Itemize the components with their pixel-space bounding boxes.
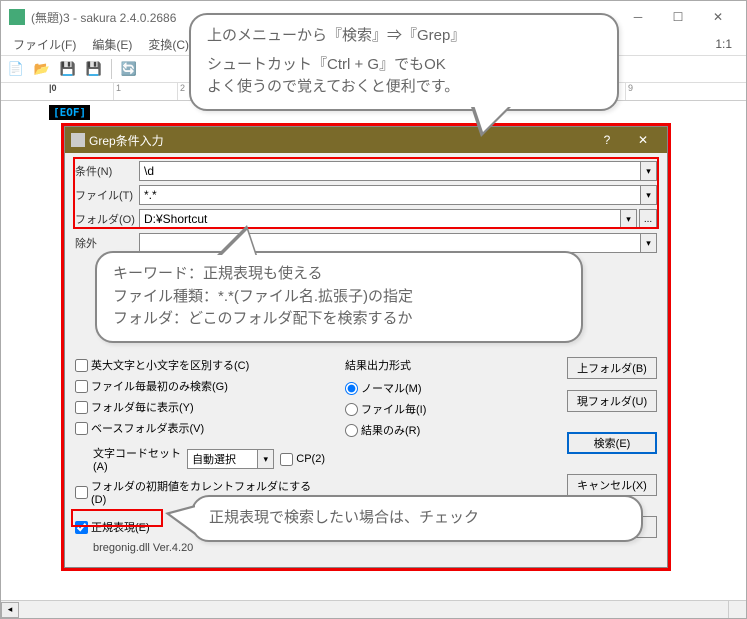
result-only-radio[interactable]: 結果のみ(R)	[345, 422, 475, 438]
dropdown-icon[interactable]: ▾	[640, 162, 656, 180]
file-value: *.*	[144, 188, 157, 202]
charset-label: 文字コードセット(A)	[75, 445, 181, 473]
result-normal-radio[interactable]: ノーマル(M)	[345, 380, 475, 396]
callout-line: よく使うので覚えておくと便利です。	[207, 76, 601, 99]
callout-top: 上のメニューから『検索』⇒『Grep』 シュートカット『Ctrl + G』でもO…	[189, 13, 619, 111]
horizontal-scrollbar[interactable]: ◂	[1, 600, 728, 618]
base-folder-checkbox[interactable]: ベースフォルダ表示(V)	[75, 420, 325, 436]
per-folder-checkbox[interactable]: フォルダ毎に表示(Y)	[75, 399, 325, 415]
callout-line: キーワード：正規表現も使える	[113, 263, 565, 286]
result-perfile-radio[interactable]: ファイル毎(I)	[345, 401, 475, 417]
scroll-left-icon[interactable]: ◂	[1, 602, 19, 618]
dialog-help-button[interactable]: ?	[589, 129, 625, 151]
ruler-tick: 9	[625, 83, 633, 101]
condition-value: \d	[144, 164, 154, 178]
close-button[interactable]: ✕	[698, 3, 738, 31]
current-folder-button[interactable]: 現フォルダ(U)	[567, 390, 657, 412]
minimize-button[interactable]: ─	[618, 3, 658, 31]
search-button[interactable]: 検索(E)	[567, 432, 657, 454]
dropdown-icon[interactable]: ▾	[640, 186, 656, 204]
condition-row: 条件(N) \d ▾	[75, 161, 657, 181]
dropdown-icon[interactable]: ▾	[640, 234, 656, 252]
result-format-title: 結果出力形式	[345, 357, 475, 373]
toolbar-separator	[111, 59, 112, 79]
save-icon[interactable]: 💾	[57, 58, 79, 80]
ruler-tick: 1	[113, 83, 121, 101]
case-checkbox[interactable]: 英大文字と小文字を区別する(C)	[75, 357, 325, 373]
cp-checkbox[interactable]: CP(2)	[280, 453, 325, 466]
exclude-row: 除外 ▾	[75, 233, 657, 253]
charset-select[interactable]: 自動選択 ▾	[187, 449, 274, 469]
dialog-icon	[71, 133, 85, 147]
app-icon	[9, 9, 25, 25]
condition-input[interactable]: \d ▾	[139, 161, 657, 181]
saveall-icon[interactable]: 💾	[83, 58, 105, 80]
main-window: (無題)3 - sakura 2.4.0.2686 ─ ☐ ✕ ファイル(F) …	[0, 0, 747, 619]
callout-line: 上のメニューから『検索』⇒『Grep』	[207, 25, 601, 48]
ruler-caret: |0	[49, 83, 57, 93]
callout-line: 正規表現で検索したい場合は、チェック	[209, 507, 625, 530]
callout-middle: キーワード：正規表現も使える ファイル種類：*.*(ファイル名.拡張子)の指定 …	[95, 251, 583, 343]
first-only-checkbox[interactable]: ファイル毎最初のみ検索(G)	[75, 378, 325, 394]
dll-version-text: bregonig.dll Ver.4.20	[93, 542, 325, 554]
folder-value: D:¥Shortcut	[144, 212, 207, 226]
callout-line: ファイル種類：*.*(ファイル名.拡張子)の指定	[113, 286, 565, 309]
line-col-indicator: 1:1	[715, 37, 742, 51]
ruler-tick: 2	[177, 83, 185, 101]
folder-browse-button[interactable]: ...	[639, 209, 657, 229]
file-input[interactable]: *.* ▾	[139, 185, 657, 205]
condition-label: 条件(N)	[75, 163, 139, 179]
dialog-close-button[interactable]: ✕	[625, 129, 661, 151]
dialog-titlebar: Grep条件入力 ? ✕	[65, 127, 667, 153]
folder-row: フォルダ(O) D:¥Shortcut ▾ ...	[75, 209, 657, 229]
up-folder-button[interactable]: 上フォルダ(B)	[567, 357, 657, 379]
folder-input[interactable]: D:¥Shortcut ▾	[139, 209, 637, 229]
refresh-icon[interactable]: 🔄	[118, 58, 140, 80]
callout-line: シュートカット『Ctrl + G』でもOK	[207, 54, 601, 77]
scrollbar-corner	[728, 600, 746, 618]
maximize-button[interactable]: ☐	[658, 3, 698, 31]
dropdown-icon[interactable]: ▾	[257, 450, 273, 468]
callout-bottom: 正規表現で検索したい場合は、チェック	[191, 495, 643, 542]
menu-file[interactable]: ファイル(F)	[5, 34, 84, 55]
file-label: ファイル(T)	[75, 187, 139, 203]
open-file-icon[interactable]: 📂	[31, 58, 53, 80]
charset-value: 自動選択	[192, 451, 236, 467]
callout-line: フォルダ：どこのフォルダ配下を検索するか	[113, 308, 565, 331]
new-file-icon[interactable]: 📄	[5, 58, 27, 80]
cancel-button[interactable]: キャンセル(X)	[567, 474, 657, 496]
menu-edit[interactable]: 編集(E)	[84, 34, 140, 55]
dropdown-icon[interactable]: ▾	[620, 210, 636, 228]
file-row: ファイル(T) *.* ▾	[75, 185, 657, 205]
charset-row: 文字コードセット(A) 自動選択 ▾ CP(2)	[75, 445, 325, 473]
folder-label: フォルダ(O)	[75, 211, 139, 227]
dialog-title-text: Grep条件入力	[89, 132, 589, 149]
eof-marker: [EOF]	[49, 105, 90, 120]
exclude-label: 除外	[75, 235, 139, 251]
